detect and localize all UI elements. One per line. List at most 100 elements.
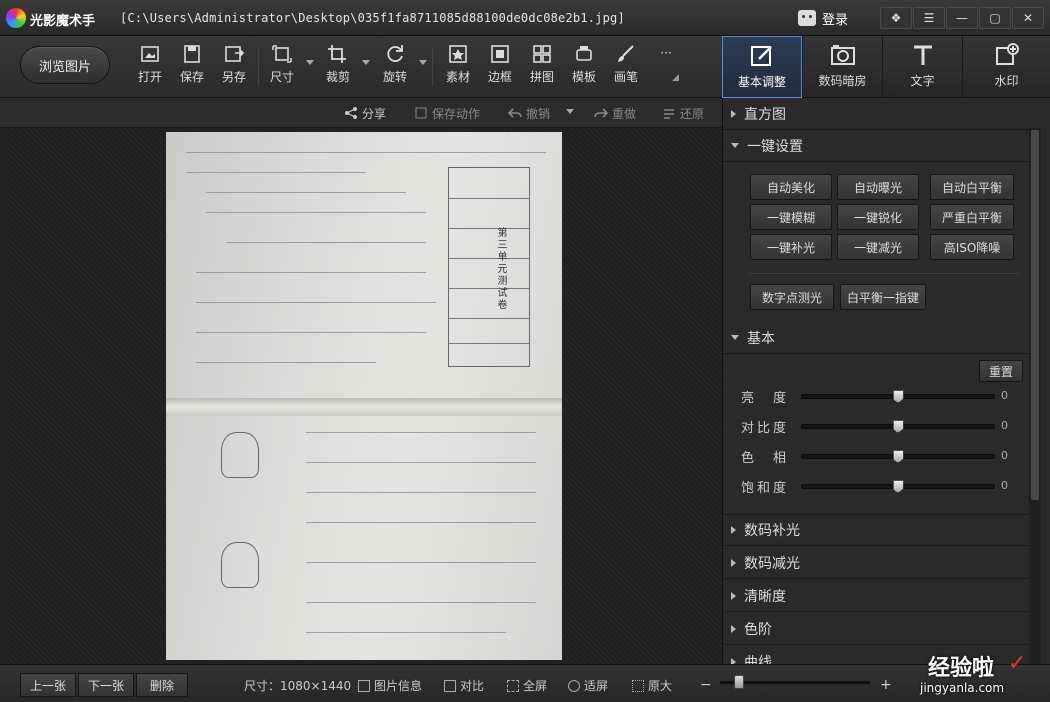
material-icon (449, 45, 467, 63)
redo-label: 重做 (612, 106, 637, 121)
section-digital-fill-light[interactable]: 数码补光 (723, 514, 1029, 546)
fullscreen-button[interactable]: 全屏 (507, 677, 547, 694)
compare-label: 对比 (460, 679, 485, 693)
resize-button[interactable]: 尺寸 (262, 44, 302, 92)
slider-knob[interactable] (892, 420, 904, 433)
expand-arrow-icon (731, 526, 736, 534)
panel-scrollbar[interactable] (1029, 128, 1041, 664)
next-image-button[interactable]: 下一张 (78, 673, 134, 697)
rotate-dropdown-icon[interactable] (419, 60, 427, 65)
previous-image-button[interactable]: 上一张 (20, 673, 76, 697)
high-iso-denoise-button[interactable]: 高ISO降噪 (930, 234, 1014, 260)
hue-slider[interactable] (801, 450, 995, 463)
brush-icon (618, 45, 634, 62)
redo-button[interactable]: 重做 (594, 104, 636, 122)
auto-exposure-button[interactable]: 自动曝光 (837, 174, 919, 200)
image-canvas[interactable]: 第三单元测试卷 (8, 128, 722, 664)
section-one-click[interactable]: 一键设置 (723, 130, 1029, 162)
undo-button[interactable]: 撤销 (508, 104, 550, 122)
info-icon (358, 679, 370, 692)
brush-button[interactable]: 画笔 (606, 44, 646, 92)
collapse-arrow-icon (731, 143, 739, 148)
share-button[interactable]: 分享 (344, 104, 386, 122)
slider-knob[interactable] (892, 450, 904, 463)
one-click-fill-light-button[interactable]: 一键补光 (750, 234, 832, 260)
zoom-in-button[interactable]: + (880, 677, 892, 693)
fit-screen-button[interactable]: 适屏 (568, 677, 608, 694)
crop-button[interactable]: 裁剪 (318, 44, 358, 92)
tree-drawing (221, 432, 259, 478)
section-histogram[interactable]: 直方图 (723, 98, 1029, 130)
section-clarity[interactable]: 清晰度 (723, 580, 1029, 612)
one-click-blur-button[interactable]: 一键模糊 (750, 204, 832, 230)
share-label: 分享 (362, 106, 387, 121)
severe-white-balance-button[interactable]: 严重白平衡 (930, 204, 1014, 230)
browse-images-button[interactable]: 浏览图片 (20, 46, 110, 84)
one-click-sharpen-button[interactable]: 一键锐化 (837, 204, 919, 230)
app-name: 光影魔术手 (30, 14, 96, 29)
more-tools-button[interactable]: ··· (646, 46, 686, 94)
save-action-icon (415, 107, 427, 119)
compare-button[interactable]: 对比 (444, 677, 484, 694)
tab-watermark[interactable]: 水印 (962, 36, 1050, 98)
restore-button[interactable]: 还原 (662, 104, 704, 122)
section-digital-reduce-light[interactable]: 数码减光 (723, 547, 1029, 579)
fit-screen-icon (568, 679, 580, 692)
save-label: 保存 (179, 70, 204, 84)
resize-dropdown-icon[interactable] (306, 60, 314, 65)
frame-button[interactable]: 边框 (480, 44, 520, 92)
expand-toolbar-icon[interactable] (672, 74, 679, 81)
section-levels[interactable]: 色阶 (723, 613, 1029, 645)
expand-arrow-icon (731, 591, 736, 600)
one-click-reduce-light-button[interactable]: 一键减光 (837, 234, 919, 260)
white-balance-one-finger-button[interactable]: 白平衡一指键 (840, 284, 926, 310)
reset-button[interactable]: 重置 (979, 360, 1023, 382)
delete-button[interactable]: 删除 (136, 673, 188, 697)
template-button[interactable]: 模板 (564, 44, 604, 92)
tab-label: 数码暗房 (818, 74, 867, 88)
auto-beautify-button[interactable]: 自动美化 (750, 174, 832, 200)
app-window: 光影魔术手 [C:\Users\Administrator\Desktop\03… (0, 0, 1050, 702)
section-title: 色阶 (744, 621, 772, 638)
tab-digital-darkroom[interactable]: 数码暗房 (802, 36, 882, 98)
saturation-slider[interactable] (801, 480, 995, 493)
contrast-slider[interactable] (801, 420, 995, 433)
rotate-button[interactable]: 旋转 (375, 44, 415, 92)
expand-arrow-icon (731, 109, 736, 118)
slider-knob[interactable] (892, 390, 904, 403)
zoom-slider-knob[interactable] (734, 675, 744, 689)
zoom-out-button[interactable]: − (700, 677, 712, 693)
crop-dropdown-icon[interactable] (362, 60, 370, 65)
menu-button[interactable]: ☰ (913, 7, 945, 29)
title-bar: 光影魔术手 [C:\Users\Administrator\Desktop\03… (0, 0, 1050, 36)
save-as-button[interactable]: 另存 (214, 44, 254, 92)
menu-icon: ☰ (923, 11, 935, 25)
scroll-thumb[interactable] (1031, 130, 1039, 500)
material-button[interactable]: 素材 (438, 44, 478, 92)
section-basic[interactable]: 基本 (723, 322, 1029, 354)
skin-button[interactable]: ❖ (880, 7, 912, 29)
collage-button[interactable]: 拼图 (522, 44, 562, 92)
fullscreen-label: 全屏 (523, 679, 548, 693)
saturation-value: 0 (1001, 479, 1008, 492)
tab-basic-adjust[interactable]: 基本调整 (722, 36, 802, 98)
undo-dropdown-icon[interactable] (566, 109, 574, 114)
tab-label: 基本调整 (737, 75, 786, 89)
tab-text[interactable]: 文字 (882, 36, 962, 98)
maximize-button[interactable]: ▢ (979, 7, 1011, 29)
digital-spot-metering-button[interactable]: 数字点测光 (750, 284, 834, 310)
open-button[interactable]: 打开 (130, 44, 170, 92)
close-button[interactable]: ✕ (1012, 7, 1044, 29)
contrast-value: 0 (1001, 419, 1008, 432)
brightness-slider[interactable] (801, 390, 995, 403)
save-button[interactable]: 保存 (172, 44, 212, 92)
slider-knob[interactable] (892, 480, 904, 493)
auto-white-balance-button[interactable]: 自动白平衡 (930, 174, 1014, 200)
image-info-button[interactable]: 图片信息 (358, 677, 422, 694)
material-label: 素材 (445, 70, 470, 84)
original-size-button[interactable]: 原大 (632, 677, 672, 694)
minimize-button[interactable]: — (946, 7, 978, 29)
save-action-button[interactable]: 保存动作 (414, 104, 480, 122)
login-button[interactable]: 登录 (798, 7, 870, 29)
open-icon (141, 46, 159, 62)
